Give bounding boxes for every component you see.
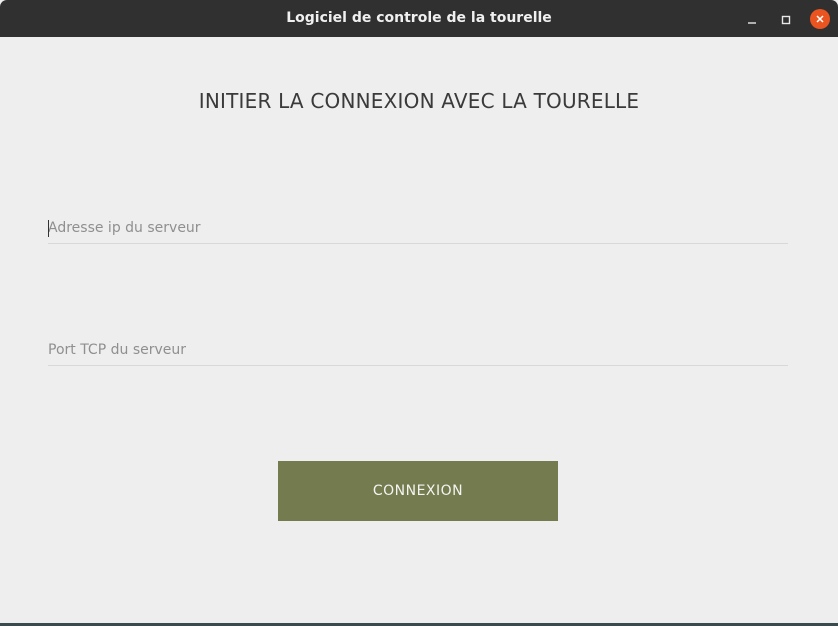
minimize-icon — [747, 10, 757, 29]
maximize-button[interactable] — [775, 8, 797, 30]
window-title: Logiciel de controle de la tourelle — [286, 10, 552, 26]
main-content: INITIER LA CONNEXION AVEC LA TOURELLE CO… — [0, 37, 838, 623]
tcp-port-field — [48, 336, 788, 366]
close-button[interactable] — [809, 8, 831, 30]
app-window: Logiciel de controle de la tourelle INIT… — [0, 0, 838, 626]
connect-button[interactable]: CONNEXION — [278, 461, 558, 521]
maximize-icon — [781, 10, 791, 29]
title-bar[interactable]: Logiciel de controle de la tourelle — [0, 0, 838, 37]
page-title: INITIER LA CONNEXION AVEC LA TOURELLE — [198, 89, 640, 113]
minimize-button[interactable] — [741, 8, 763, 30]
ip-address-input[interactable] — [48, 214, 788, 242]
close-icon — [810, 9, 830, 29]
tcp-port-input[interactable] — [48, 336, 788, 364]
ip-address-field — [48, 214, 788, 244]
text-caret — [48, 220, 49, 237]
